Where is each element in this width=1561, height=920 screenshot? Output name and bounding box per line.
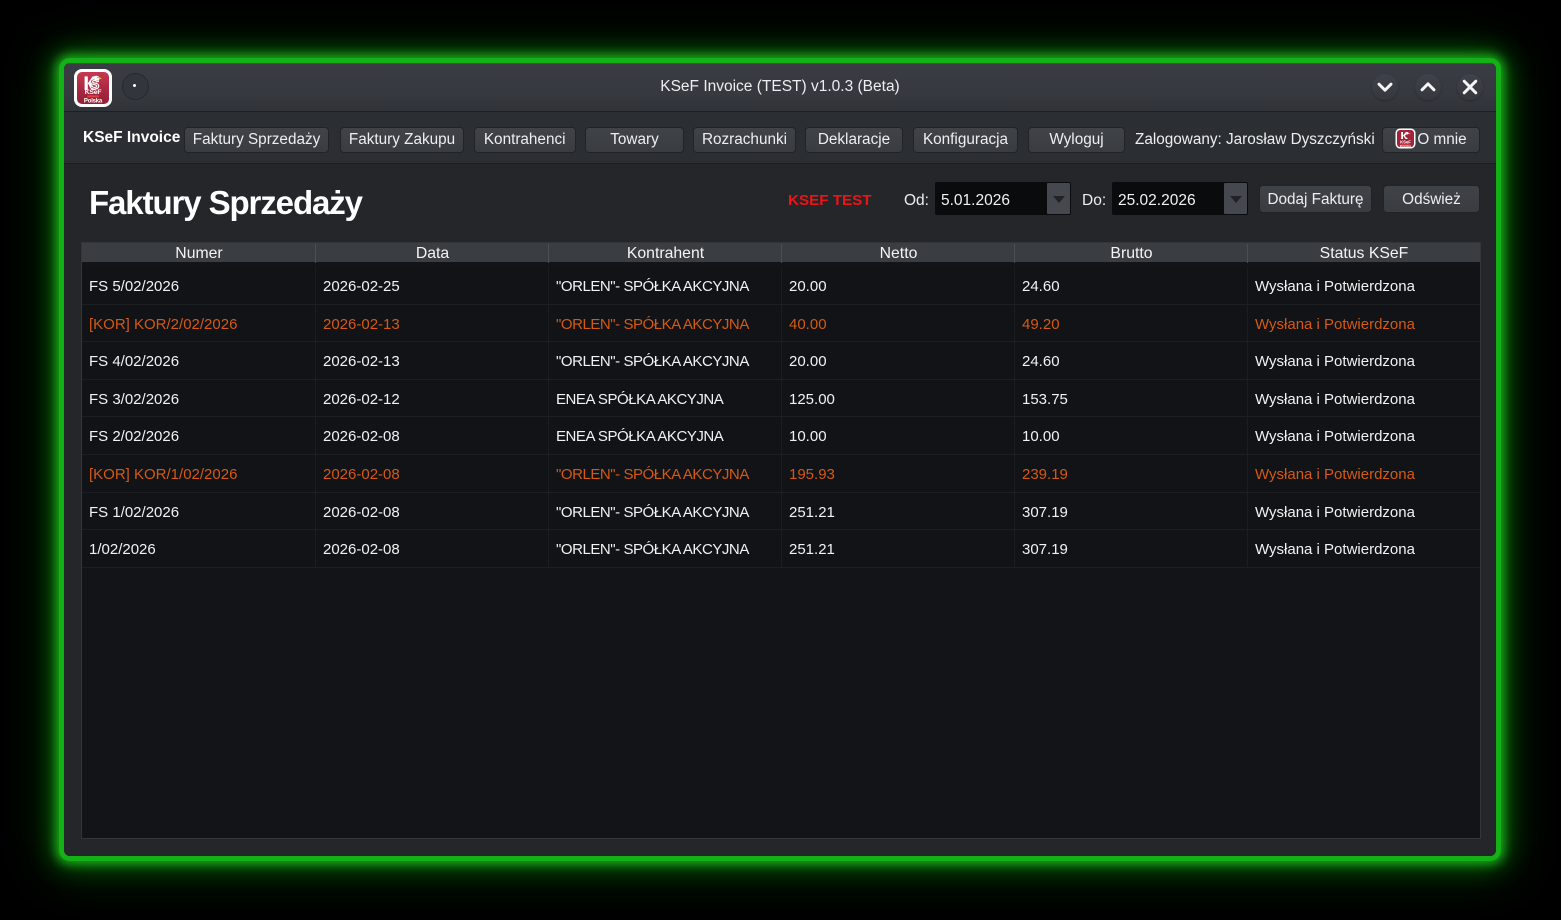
svg-text:Polska: Polska [84,98,103,104]
svg-text:Polska: Polska [1400,145,1411,149]
svg-text:KSeF: KSeF [85,89,102,96]
svg-text:KSeF: KSeF [1400,139,1411,144]
